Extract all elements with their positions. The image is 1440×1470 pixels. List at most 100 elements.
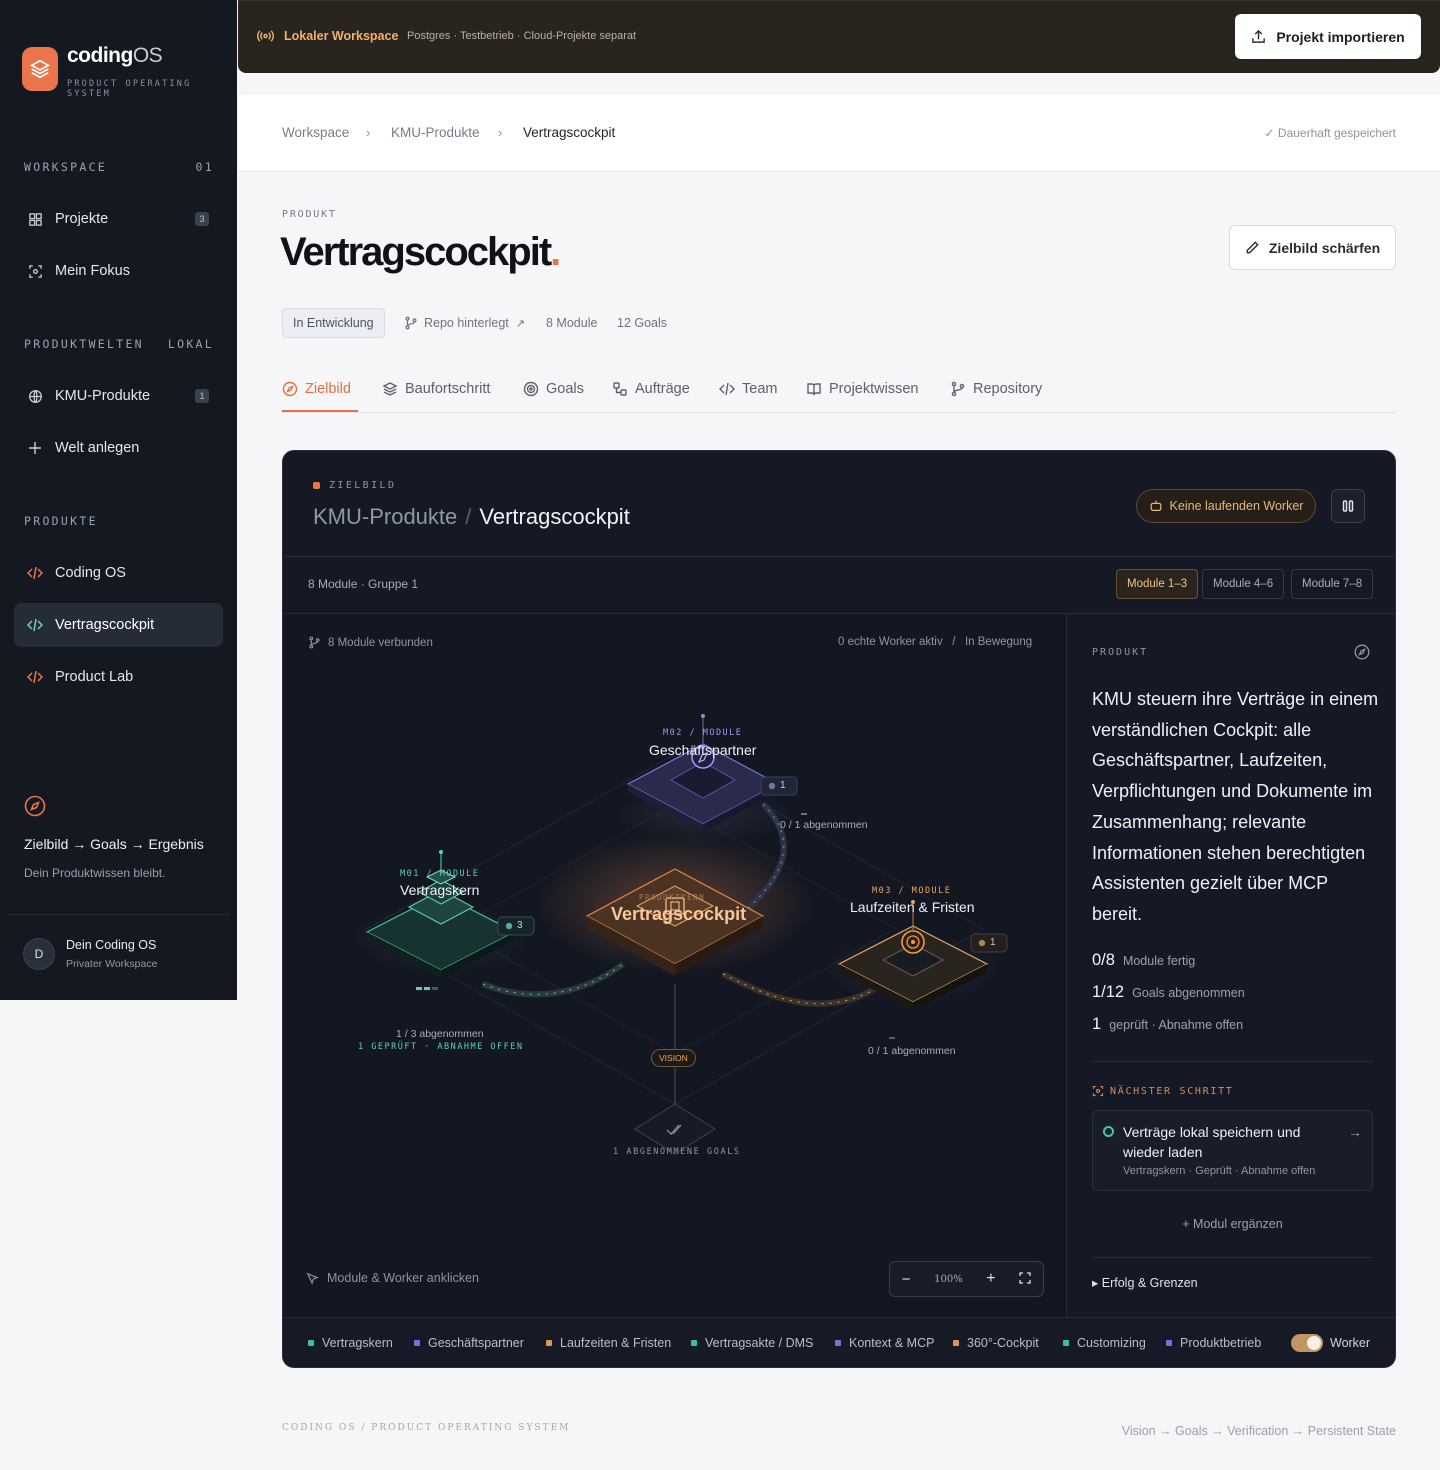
workspace-banner: Lokaler Workspace Postgres · Testbetrieb… (238, 0, 1440, 73)
flow-subtext: Dein Produktwissen bleibt. (24, 866, 166, 880)
next-step-title: Verträge lokal speichern und wieder lade… (1123, 1124, 1301, 1160)
sidebar-item-fokus[interactable]: Mein Fokus (14, 249, 223, 293)
core-name[interactable]: Vertragscockpit (611, 904, 746, 925)
stat-goals: 1/12 Goals abgenommen (1092, 983, 1245, 1001)
compass-icon[interactable] (1354, 644, 1370, 665)
module-canvas[interactable]: 8 Module verbunden 0 echte Worker aktiv … (283, 614, 1066, 1317)
avatar[interactable]: D (23, 938, 55, 970)
tab-repository[interactable]: Repository (950, 381, 1042, 397)
legend-item[interactable]: Vertragsakte / DMS (691, 1336, 813, 1350)
worker-toggle-label: Worker (1330, 1336, 1371, 1350)
broadcast-icon (257, 28, 274, 49)
import-project-button[interactable]: Projekt importieren (1235, 14, 1421, 59)
progress-m01: 1 / 3 abgenommen (396, 1028, 484, 1040)
sidebar-item-projekte[interactable]: Projekte 3 (14, 197, 223, 241)
legend-item[interactable]: Kontext & MCP (835, 1336, 934, 1350)
robot-icon (1150, 500, 1161, 511)
module-name-m03[interactable]: Laufzeiten & Fristen (850, 899, 975, 915)
tab-zielbild[interactable]: Zielbild (282, 381, 351, 397)
user-name[interactable]: Dein Coding OS (66, 938, 156, 952)
legend-item[interactable]: Laufzeiten & Fristen (546, 1336, 671, 1350)
core-code: PRODUKTKERN (639, 893, 706, 902)
page-title: Vertragscockpit. (280, 230, 561, 274)
sidebar-item-label: Projekte (55, 211, 109, 227)
add-module-button[interactable]: + Modul ergänzen (1092, 1217, 1373, 1231)
footer-brand: CODING OS / PRODUCT OPERATING SYSTEM (282, 1423, 571, 1433)
vision-badge[interactable]: VISION (651, 1049, 696, 1067)
module-code-m03: M03 / MODULE (872, 886, 952, 896)
legend-item[interactable]: Vertragskern (308, 1336, 393, 1350)
page-eyebrow: PRODUKT (282, 209, 337, 220)
segment-module-4-6[interactable]: Module 4–6 (1202, 569, 1285, 599)
segment-module-1-3[interactable]: Module 1–3 (1116, 569, 1199, 599)
worker-status-button[interactable]: Keine laufenden Worker (1136, 489, 1316, 523)
cursor-icon (306, 1272, 319, 1285)
sidebar-item-label: Product Lab (55, 669, 134, 685)
fullscreen-icon[interactable] (1019, 1271, 1031, 1287)
globe-icon (26, 387, 44, 405)
compass-icon (24, 795, 46, 822)
tab-goals[interactable]: Goals (523, 381, 584, 397)
worker-badge-m03[interactable] (970, 933, 1008, 953)
breadcrumb-world[interactable]: KMU-Produkte (391, 125, 480, 140)
segment-module-7-8[interactable]: Module 7–8 (1291, 569, 1374, 599)
sidebar-item-vertragscockpit[interactable]: Vertragscockpit (14, 603, 223, 647)
breadcrumb: Workspace › KMU-Produkte › Vertragscockp… (238, 95, 1440, 172)
flow-text: Zielbild → Goals → Ergebnis (24, 836, 204, 852)
divider (8, 914, 229, 915)
pause-icon (1342, 500, 1354, 512)
zoom-out-button[interactable]: − (902, 1271, 911, 1288)
module-name-m02[interactable]: Geschäftspartner (649, 742, 756, 758)
legend-item[interactable]: Geschäftspartner (414, 1336, 524, 1350)
module-group-label: 8 Module · Gruppe 1 (308, 577, 419, 591)
sidebar-item-welt-anlegen[interactable]: Welt anlegen (14, 426, 223, 470)
progress-m03: 0 / 1 abgenommen (868, 1045, 956, 1057)
product-side-panel: PRODUKT KMU steuern ihre Verträge in ein… (1066, 614, 1395, 1317)
breadcrumb-product: Vertragscockpit (523, 125, 616, 140)
module-name-m01[interactable]: Vertragskern (400, 882, 479, 898)
sidebar-item-kmu-produkte[interactable]: KMU-Produkte 1 (14, 374, 223, 418)
breadcrumb-workspace[interactable]: Workspace (282, 125, 349, 140)
sidebar-item-label: Mein Fokus (55, 263, 130, 279)
compass-icon (282, 381, 298, 397)
sharpen-vision-button[interactable]: Zielbild schärfen (1229, 225, 1396, 270)
logo-icon[interactable] (22, 47, 58, 91)
tab-baufortschritt[interactable]: Baufortschritt (382, 381, 490, 397)
tab-projektwissen[interactable]: Projektwissen (806, 381, 918, 397)
success-limits-expander[interactable]: ▸ Erfolg & Grenzen (1092, 1275, 1198, 1290)
tab-team[interactable]: Team (719, 381, 777, 397)
worker-badge-m02[interactable] (760, 776, 798, 796)
code-icon (26, 564, 44, 582)
chevron-right-icon: › (498, 125, 503, 140)
next-step-card[interactable]: Verträge lokal speichern und wieder lade… (1092, 1110, 1373, 1191)
legend-item[interactable]: Produktbetrieb (1166, 1336, 1261, 1350)
sidebar-item-coding-os[interactable]: Coding OS (14, 551, 223, 595)
focus-icon (1092, 1085, 1104, 1097)
book-icon (807, 383, 821, 396)
chevron-right-icon: › (366, 125, 371, 140)
panel-title: KMU-Produkte / Vertragscockpit (313, 504, 630, 529)
stat-modules: 0/8 Module fertig (1092, 951, 1196, 969)
repo-link[interactable]: Repo hinterlegt ↗ (404, 316, 525, 330)
worker-count-m02: 1 (780, 780, 786, 791)
worker-badge-m01[interactable] (497, 916, 535, 936)
legend-item[interactable]: 360°-Cockpit (953, 1336, 1039, 1350)
tab-bar: Zielbild Baufortschritt Goals Aufträge T… (282, 368, 1396, 413)
zoom-in-button[interactable]: + (986, 1270, 995, 1288)
divider (1092, 1061, 1373, 1062)
sidebar-item-label: Welt anlegen (55, 440, 140, 456)
sidebar-item-product-lab[interactable]: Product Lab (14, 655, 223, 699)
goal-count: 12 Goals (617, 316, 668, 330)
pause-button[interactable] (1331, 489, 1365, 523)
legend-item[interactable]: Customizing (1063, 1336, 1146, 1350)
save-status: ✓ Dauerhaft gespeichert (1264, 126, 1396, 140)
tab-auftraege[interactable]: Aufträge (612, 381, 690, 397)
grid-icon (26, 210, 44, 228)
canvas-hint: Module & Worker anklicken (306, 1271, 479, 1285)
stat-reviewed: 1 geprüft · Abnahme offen (1092, 1015, 1244, 1033)
worker-toggle[interactable] (1291, 1334, 1323, 1352)
workspace-heading: WORKSPACE 01 (24, 160, 214, 174)
accepted-goals-label: 1 ABGENOMMENE GOALS (613, 1147, 741, 1157)
status-dot (1103, 1126, 1114, 1137)
sidebar-item-label: Coding OS (55, 565, 126, 581)
